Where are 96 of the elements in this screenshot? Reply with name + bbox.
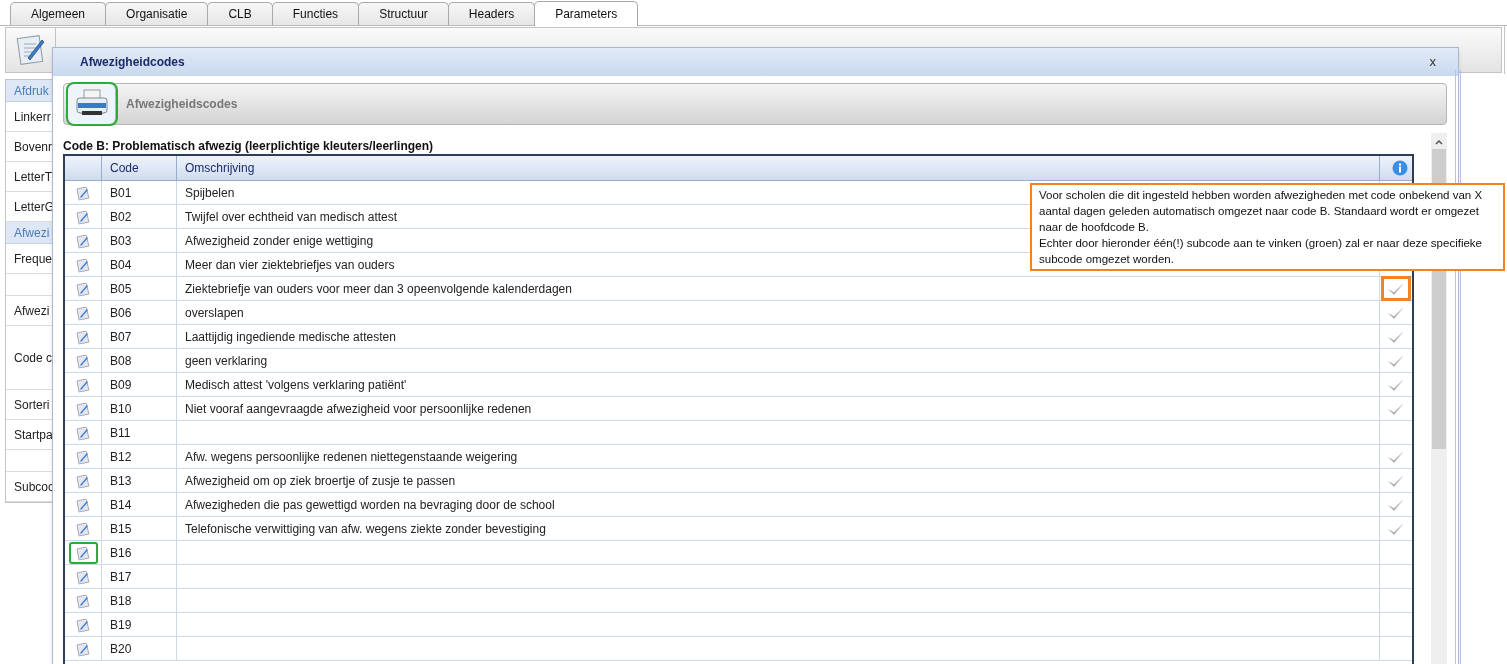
edit-icon[interactable]	[75, 424, 91, 441]
check-toggle[interactable]	[1381, 276, 1411, 301]
edit-icon[interactable]	[75, 568, 91, 585]
code-cell-text: B17	[110, 568, 132, 586]
edit-icon[interactable]	[75, 520, 91, 537]
checkmark-icon	[1387, 521, 1405, 536]
toolbar-title: Afwezigheidscodes	[126, 96, 238, 113]
checkmark-icon	[1387, 449, 1405, 464]
code-cell-text: B10	[110, 400, 132, 418]
tab[interactable]: Structuur	[358, 2, 449, 25]
edit-icon[interactable]	[75, 400, 91, 417]
code-cell-text: B07	[110, 328, 132, 346]
description-cell-text: Niet vooraf aangevraagde afwezigheid voor persoonlijke redenen	[185, 400, 532, 418]
description-cell-text: overslapen	[185, 304, 244, 322]
sidebar-label: Bovenr	[14, 138, 53, 156]
tab[interactable]: Organisatie	[105, 2, 209, 25]
edit-button[interactable]	[68, 541, 98, 564]
edit-icon[interactable]	[75, 304, 91, 321]
edit-icon[interactable]	[75, 592, 91, 609]
tooltip: Voor scholen die dit ingesteld hebben worden afwezigheden met code onbekend van X aantal dagen geleden automatisch omgezet naar code B. Standaard wordt er omgezet naar de hoofdcode B. Echter door hieronder één(!) subcode aan te vinken (groen) zal er naar deze specifieke subcode omgezet worden.	[1030, 183, 1505, 271]
section-title: Code B: Problematisch afwezig (leerplichtige kleuters/leerlingen)	[63, 139, 435, 153]
tab[interactable]: CLB	[207, 2, 273, 25]
description-cell-text: geen verklaring	[185, 352, 268, 370]
code-cell-text: B12	[110, 448, 132, 466]
checkmark-icon	[1387, 497, 1405, 512]
sidebar-label: Code c	[14, 349, 53, 367]
edit-icon[interactable]	[75, 280, 91, 297]
code-cell-text: B15	[110, 520, 132, 538]
description-cell-text: Laattijdig ingediende medische attesten	[185, 328, 396, 346]
code-cell-text: B09	[110, 376, 132, 394]
code-cell-text: B20	[110, 640, 132, 658]
checkmark-icon	[1387, 401, 1405, 416]
sidebar-label: Freque	[14, 250, 53, 268]
sidebar-label: Sorteri	[14, 396, 50, 414]
description-cell-text: Afwezigheid om op ziek broertje of zusje te passen	[185, 472, 456, 490]
code-cell-text: B18	[110, 592, 132, 610]
description-cell-text: Afwezigheid zonder enige wettiging	[185, 232, 374, 250]
edit-icon[interactable]	[75, 448, 91, 465]
description-cell-text: Afw. wegens persoonlijke redenen niettegenstaande weigering	[185, 448, 518, 466]
sidebar-label: Afwezi	[14, 302, 50, 320]
edit-icon[interactable]	[75, 640, 91, 657]
tab[interactable]: Headers	[447, 2, 536, 25]
close-button[interactable]: x	[1425, 52, 1440, 72]
notepad-icon	[15, 34, 46, 66]
description-cell-text: Medisch attest 'volgens verklaring patiënt'	[185, 376, 407, 394]
edit-icon[interactable]	[75, 496, 91, 513]
checkmark-icon	[1387, 329, 1405, 344]
sidebar-label: Linkerr	[14, 108, 51, 126]
code-cell-text: B16	[110, 544, 132, 562]
description-cell-text: Twijfel over echtheid van medisch attest	[185, 208, 398, 226]
code-cell-text: B14	[110, 496, 132, 514]
edit-icon[interactable]	[75, 184, 91, 201]
tab[interactable]: Parameters	[534, 1, 639, 26]
code-cell-text: B04	[110, 256, 132, 274]
checkmark-icon	[1387, 353, 1405, 368]
description-cell-text: Afwezigheden die pas gewettigd worden na bevraging door de school	[185, 496, 555, 514]
code-cell-text: B03	[110, 232, 132, 250]
scroll-up-icon[interactable]	[1434, 137, 1444, 147]
print-button[interactable]	[68, 84, 116, 124]
code-cell-text: B06	[110, 304, 132, 322]
description-cell-text: Spijbelen	[185, 184, 235, 202]
sidebar-label: LetterG	[14, 198, 54, 216]
edit-icon[interactable]	[75, 616, 91, 633]
checkmark-icon	[1387, 377, 1405, 392]
tab[interactable]: Algemeen	[10, 2, 107, 25]
code-cell-text: B19	[110, 616, 132, 634]
code-cell-text: B13	[110, 472, 132, 490]
description-cell-text: Ziektebriefje van ouders voor meer dan 3 opeenvolgende kalenderdagen	[185, 280, 572, 298]
edit-icon[interactable]	[75, 328, 91, 345]
checkmark-icon	[1387, 473, 1405, 488]
sidebar-label: Subcoc	[14, 478, 54, 496]
code-cell-text: B05	[110, 280, 132, 298]
edit-icon[interactable]	[75, 232, 91, 249]
info-icon[interactable]	[1392, 160, 1408, 176]
edit-icon[interactable]	[75, 376, 91, 393]
edit-icon[interactable]	[75, 544, 91, 561]
description-cell-text: Meer dan vier ziektebriefjes van ouders	[185, 256, 395, 274]
code-cell-text: B01	[110, 184, 132, 202]
column-header: Code	[110, 160, 139, 177]
sidebar-header: Afwezi	[14, 224, 50, 242]
tab[interactable]: Functies	[271, 2, 360, 25]
code-cell-text: B08	[110, 352, 132, 370]
checkmark-icon	[1387, 305, 1405, 320]
code-cell-text: B11	[110, 424, 131, 442]
code-cell-text: B02	[110, 208, 132, 226]
description-cell-text: Telefonische verwittiging van afw. wegens ziekte zonder bevestiging	[185, 520, 546, 538]
checkmark-icon	[1387, 281, 1405, 296]
edit-icon[interactable]	[75, 256, 91, 273]
sidebar-label: LetterT	[14, 168, 52, 186]
edit-icon[interactable]	[75, 352, 91, 369]
edit-icon[interactable]	[75, 208, 91, 225]
edit-icon[interactable]	[75, 472, 91, 489]
sidebar-label: Startpa	[14, 426, 53, 444]
sidebar-header: Afdruk	[14, 82, 49, 100]
dialog-title: Afwezigheidcodes	[80, 54, 185, 71]
column-header: Omschrijving	[185, 160, 255, 177]
